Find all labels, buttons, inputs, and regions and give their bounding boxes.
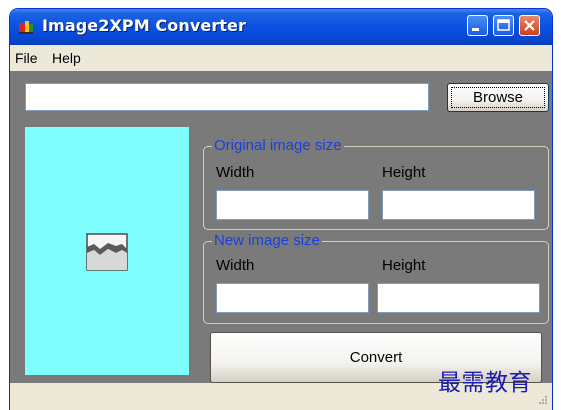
menu-help[interactable]: Help [52,50,81,66]
focus-rectangle [451,87,545,108]
convert-button-label: Convert [349,349,403,366]
paint-app-icon [19,21,33,34]
new-height-label: Height [382,257,426,274]
close-icon [524,20,535,31]
original-size-legend: Original image size [212,137,344,154]
new-width-field[interactable] [216,283,369,313]
maximize-button[interactable] [493,15,514,36]
app-window: Image2XPM Converter File Help Browse Ori… [10,9,552,410]
resize-grip-icon[interactable] [536,395,548,407]
new-size-group: New image size Width Height [203,232,549,324]
original-height-label: Height [382,164,426,181]
image-placeholder-icon [86,233,128,271]
minimize-icon [472,28,479,31]
browse-button[interactable]: Browse [447,83,549,112]
image-preview [25,127,189,375]
original-width-label: Width [216,164,255,181]
close-button[interactable] [519,15,540,36]
new-size-legend: New image size [212,232,322,249]
file-path-input[interactable] [25,83,429,111]
watermark-text: 最需教育 [438,370,532,396]
main-panel: Browse Original image size Width Height … [10,71,552,383]
new-width-label: Width [216,257,255,274]
maximize-icon [497,19,510,31]
window-title: Image2XPM Converter [42,16,247,35]
menu-file[interactable]: File [15,50,38,66]
original-width-field[interactable] [216,190,369,220]
title-bar[interactable]: Image2XPM Converter [10,9,552,45]
original-height-field[interactable] [382,190,535,220]
original-size-group: Original image size Width Height [203,137,549,230]
menu-bar: File Help [10,46,552,70]
minimize-button[interactable] [467,15,488,36]
new-height-field[interactable] [377,283,540,313]
